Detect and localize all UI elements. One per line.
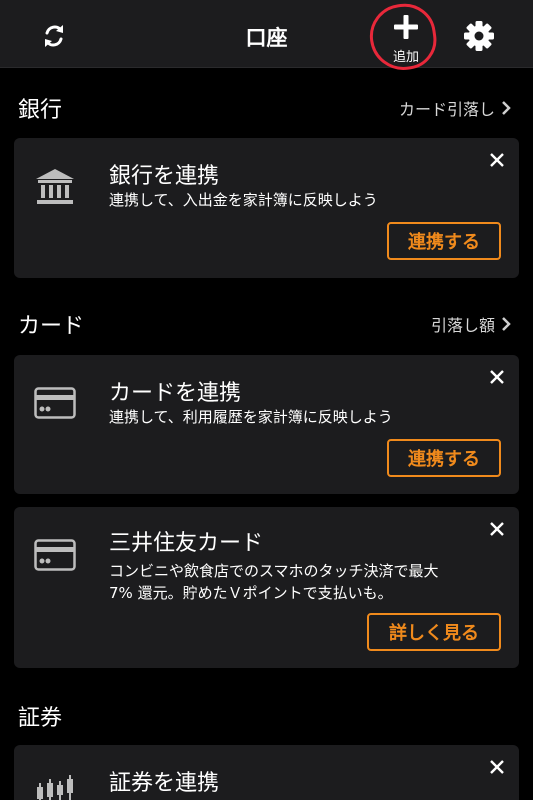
close-icon[interactable] xyxy=(489,521,505,537)
chevron-right-icon xyxy=(502,101,511,115)
card-description: 連携して、入出金を家計簿に反映しよう xyxy=(109,191,378,209)
card-withdrawal-link[interactable]: カード引落し xyxy=(399,96,511,120)
card-link-card: カードを連携 連携して、利用履歴を家計簿に反映しよう 連携する xyxy=(14,355,519,494)
section-securities-header: 証券 xyxy=(0,694,533,734)
plus-icon xyxy=(394,15,418,39)
card-description-line1: コンビニや飲食店でのスマホのタッチ決済で最大 xyxy=(109,562,439,580)
view-details-button[interactable]: 詳しく見る xyxy=(367,613,501,651)
close-icon[interactable] xyxy=(489,152,505,168)
gear-icon[interactable] xyxy=(462,19,496,53)
link-card-button[interactable]: 連携する xyxy=(387,439,501,477)
chevron-right-icon xyxy=(502,317,511,331)
credit-card-icon xyxy=(34,539,76,575)
section-title-securities: 証券 xyxy=(18,706,63,731)
link-bank-button[interactable]: 連携する xyxy=(387,222,501,260)
withdrawal-amount-label: 引落し額 xyxy=(430,316,495,335)
securities-link-card: 証券を連携 xyxy=(14,745,519,800)
add-label: 追加 xyxy=(392,50,419,65)
section-title-bank: 銀行 xyxy=(18,98,63,123)
candlestick-chart-icon xyxy=(34,775,76,800)
card-description-line2: 7% 還元。貯めたＶポイントで支払いも。 xyxy=(109,584,393,602)
withdrawal-amount-link[interactable]: 引落し額 xyxy=(431,312,511,336)
card-title: カードを連携 xyxy=(109,381,242,406)
promo-card: 三井住友カード コンビニや飲食店でのスマホのタッチ決済で最大 7% 還元。貯めた… xyxy=(14,507,519,668)
add-button[interactable]: 追加 xyxy=(384,12,428,65)
section-bank-header: 銀行 カード引落し xyxy=(0,86,533,126)
top-bar: 口座 追加 xyxy=(0,0,533,75)
section-cards-header: カード 引落し額 xyxy=(0,302,533,342)
card-title: 銀行を連携 xyxy=(109,164,220,189)
credit-card-icon xyxy=(34,387,76,423)
close-icon[interactable] xyxy=(489,759,505,775)
card-withdrawal-label: カード引落し xyxy=(398,100,495,119)
page-title: 口座 xyxy=(245,26,288,50)
card-title: 三井住友カード xyxy=(109,531,264,556)
card-title: 証券を連携 xyxy=(109,771,220,796)
close-icon[interactable] xyxy=(489,369,505,385)
card-description: 連携して、利用履歴を家計簿に反映しよう xyxy=(109,408,393,426)
bank-icon xyxy=(34,168,76,210)
bank-link-card: 銀行を連携 連携して、入出金を家計簿に反映しよう 連携する xyxy=(14,138,519,278)
section-title-cards: カード xyxy=(18,314,85,339)
